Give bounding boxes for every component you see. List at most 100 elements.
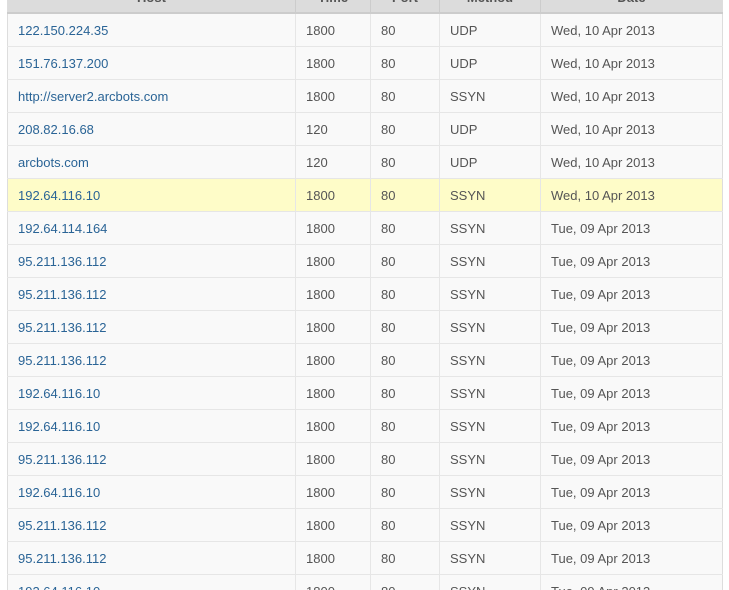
date-cell: Tue, 09 Apr 2013 (540, 541, 723, 575)
time-cell: 1800 (295, 541, 371, 575)
method-cell: SSYN (439, 310, 541, 344)
port-cell: 80 (370, 475, 440, 509)
table-row: 95.211.136.112 1800 80 SSYN Tue, 09 Apr 2013 (7, 244, 723, 278)
port-cell: 80 (370, 376, 440, 410)
host-link[interactable]: 95.211.136.112 (18, 452, 106, 467)
time-cell: 120 (295, 112, 371, 146)
table-row: 95.211.136.112 1800 80 SSYN Tue, 09 Apr 2013 (7, 310, 723, 344)
method-cell: SSYN (439, 178, 541, 212)
time-cell: 1800 (295, 310, 371, 344)
column-header-time[interactable]: Time (295, 0, 371, 14)
host-cell: 192.64.116.10 (7, 574, 296, 590)
time-cell: 1800 (295, 46, 371, 80)
method-cell: SSYN (439, 475, 541, 509)
time-cell: 1800 (295, 12, 371, 47)
table-row: 95.211.136.112 1800 80 SSYN Tue, 09 Apr 2013 (7, 277, 723, 311)
time-cell: 1800 (295, 475, 371, 509)
host-cell: 192.64.116.10 (7, 178, 296, 212)
column-header-date[interactable]: Date (540, 0, 723, 14)
table-row: http://server2.arcbots.com 1800 80 SSYN Wed,… (7, 79, 723, 113)
host-link[interactable]: 192.64.116.10 (18, 419, 100, 434)
host-link[interactable]: 95.211.136.112 (18, 320, 106, 335)
date-cell: Wed, 10 Apr 2013 (540, 178, 723, 212)
port-cell: 80 (370, 574, 440, 590)
host-link[interactable]: 95.211.136.112 (18, 287, 106, 302)
time-cell: 1800 (295, 376, 371, 410)
host-link[interactable]: arcbots.com (18, 155, 89, 170)
host-cell: arcbots.com (7, 145, 296, 179)
date-cell: Wed, 10 Apr 2013 (540, 79, 723, 113)
attack-log-table: Host Time Port Method Date 122.150.224.3… (7, 0, 723, 590)
host-cell: 95.211.136.112 (7, 310, 296, 344)
table-row: 192.64.116.10 180080SSYNTue, 09 Apr 2013 (7, 376, 723, 410)
port-cell: 80 (370, 244, 440, 278)
host-link[interactable]: 122.150.224.35 (18, 23, 108, 38)
port-cell: 80 (370, 211, 440, 245)
time-cell: 1800 (295, 508, 371, 542)
method-cell: SSYN (439, 244, 541, 278)
time-cell: 1800 (295, 409, 371, 443)
date-cell: Tue, 09 Apr 2013 (540, 277, 723, 311)
port-cell: 80 (370, 343, 440, 377)
time-cell: 1800 (295, 277, 371, 311)
time-cell: 1800 (295, 79, 371, 113)
method-cell: SSYN (439, 79, 541, 113)
host-cell: 95.211.136.112 (7, 442, 296, 476)
port-cell: 80 (370, 442, 440, 476)
port-cell: 80 (370, 508, 440, 542)
host-link[interactable]: 151.76.137.200 (18, 56, 108, 71)
date-cell: Tue, 09 Apr 2013 (540, 475, 723, 509)
port-cell: 80 (370, 79, 440, 113)
date-cell: Tue, 09 Apr 2013 (540, 343, 723, 377)
host-link[interactable]: 192.64.116.10 (18, 485, 100, 500)
host-link[interactable]: 95.211.136.112 (18, 518, 106, 533)
table-row: 95.211.136.112 1800 80 SSYN Tue, 09 Apr 2013 (7, 541, 723, 575)
time-cell: 1800 (295, 244, 371, 278)
date-cell: Wed, 10 Apr 2013 (540, 145, 723, 179)
method-cell: SSYN (439, 574, 541, 590)
time-cell: 120 (295, 145, 371, 179)
port-cell: 80 (370, 310, 440, 344)
host-link[interactable]: 192.64.116.10 (18, 188, 100, 203)
date-cell: Wed, 10 Apr 2013 (540, 12, 723, 47)
host-cell: 122.150.224.35 (7, 12, 296, 47)
method-cell: SSYN (439, 376, 541, 410)
host-link[interactable]: 208.82.16.68 (18, 122, 94, 137)
host-cell: http://server2.arcbots.com (7, 79, 296, 113)
time-cell: 1800 (295, 178, 371, 212)
column-header-host[interactable]: Host (7, 0, 296, 14)
method-cell: UDP (439, 12, 541, 47)
table-row: arcbots.com 120 80 UDP Wed, 10 Apr 2013 (7, 145, 723, 179)
table-row: 151.76.137.200 1800 80 UDP Wed, 10 Apr 2013 (7, 46, 723, 80)
column-header-port[interactable]: Port (370, 0, 440, 14)
host-cell: 95.211.136.112 (7, 277, 296, 311)
host-link[interactable]: 192.64.116.10 (18, 386, 100, 401)
method-cell: SSYN (439, 409, 541, 443)
host-link[interactable]: 192.64.116.10 (18, 584, 100, 590)
date-cell: Tue, 09 Apr 2013 (540, 376, 723, 410)
column-header-method[interactable]: Method (439, 0, 541, 14)
method-cell: SSYN (439, 442, 541, 476)
host-link[interactable]: 192.64.114.164 (18, 221, 107, 236)
method-cell: UDP (439, 46, 541, 80)
port-cell: 80 (370, 277, 440, 311)
table-row: 95.211.136.112 1800 80 SSYN Tue, 09 Apr 2013 (7, 442, 723, 476)
port-cell: 80 (370, 178, 440, 212)
table-row: 208.82.16.68 120 80 UDP Wed, 10 Apr 2013 (7, 112, 723, 146)
date-cell: Wed, 10 Apr 2013 (540, 46, 723, 80)
host-link[interactable]: http://server2.arcbots.com (18, 89, 168, 104)
host-cell: 95.211.136.112 (7, 541, 296, 575)
method-cell: SSYN (439, 211, 541, 245)
port-cell: 80 (370, 409, 440, 443)
method-cell: SSYN (439, 508, 541, 542)
host-cell: 208.82.16.68 (7, 112, 296, 146)
host-cell: 192.64.114.164 (7, 211, 296, 245)
host-link[interactable]: 95.211.136.112 (18, 551, 106, 566)
table-header: Host Time Port Method Date (7, 0, 723, 14)
date-cell: Tue, 09 Apr 2013 (540, 442, 723, 476)
host-link[interactable]: 95.211.136.112 (18, 353, 106, 368)
host-link[interactable]: 95.211.136.112 (18, 254, 106, 269)
table-row: 122.150.224.35 1800 80 UDP Wed, 10 Apr 2013 (7, 12, 723, 47)
host-cell: 192.64.116.10 (7, 475, 296, 509)
table-row: 95.211.136.112 1800 80 SSYN Tue, 09 Apr 2013 (7, 508, 723, 542)
